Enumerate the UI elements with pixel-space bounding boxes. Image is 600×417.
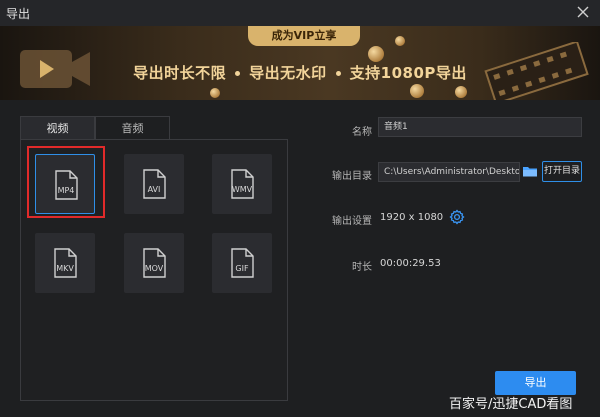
format-label: MKV: [56, 264, 74, 273]
coin-decoration: [410, 84, 424, 98]
output-settings-label: 输出设置: [332, 216, 372, 227]
format-wmv[interactable]: WMV: [212, 154, 272, 214]
close-icon[interactable]: [576, 5, 590, 19]
file-icon: [231, 248, 254, 278]
coin-decoration: [455, 86, 467, 98]
format-label: MOV: [144, 264, 164, 273]
coin-decoration: [368, 46, 384, 62]
format-mp4[interactable]: MP4: [35, 154, 95, 214]
banner-slogan: 导出时长不限 导出无水印 支持1080P导出: [0, 62, 600, 83]
watermark-text: 百家号/迅捷CAD看图: [449, 397, 573, 412]
name-field[interactable]: 音频1: [378, 117, 582, 137]
media-type-tabs: 视频 音频: [20, 116, 170, 140]
output-dir-label: 输出目录: [332, 171, 372, 182]
title-bar: 导出: [0, 0, 600, 26]
format-gif[interactable]: GIF: [212, 233, 272, 293]
feature-no-watermark: 导出无水印: [249, 64, 327, 82]
format-panel: MP4 AVI WMV MKV MOV GIF: [20, 139, 288, 401]
gear-icon[interactable]: [449, 209, 465, 225]
file-icon: [55, 170, 78, 200]
format-label: WMV: [231, 185, 253, 194]
coin-decoration: [395, 36, 405, 46]
file-icon: [143, 248, 166, 278]
open-directory-button[interactable]: 打开目录: [542, 161, 582, 182]
resolution-value: 1920 x 1080: [380, 212, 444, 223]
separator-dot: [235, 71, 241, 76]
format-mkv[interactable]: MKV: [35, 233, 95, 293]
coin-decoration: [210, 88, 220, 98]
file-icon: [143, 169, 166, 199]
export-button[interactable]: 导出: [495, 371, 576, 395]
feature-1080p: 支持1080P导出: [349, 64, 467, 82]
format-mov[interactable]: MOV: [124, 233, 184, 293]
vip-badge: 成为VIP立享: [248, 26, 360, 46]
tab-audio[interactable]: 音频: [95, 116, 170, 140]
format-label: GIF: [235, 264, 249, 273]
format-avi[interactable]: AVI: [124, 154, 184, 214]
tab-video[interactable]: 视频: [20, 116, 95, 140]
feature-unlimited-duration: 导出时长不限: [133, 64, 227, 82]
duration-label: 时长: [352, 262, 372, 273]
folder-icon[interactable]: [522, 163, 538, 179]
separator-dot: [335, 71, 341, 76]
file-icon: [231, 169, 254, 199]
duration-value: 00:00:29.53: [380, 258, 441, 269]
format-label: MP4: [57, 186, 75, 195]
format-label: AVI: [147, 185, 161, 194]
name-label: 名称: [352, 127, 372, 138]
vip-promo-banner[interactable]: 成为VIP立享 导出时长不限 导出无水印 支持1080P导出: [0, 26, 600, 100]
file-icon: [54, 248, 77, 278]
output-dir-field[interactable]: C:\Users\Administrator\Desktop\: [378, 162, 520, 182]
window-title: 导出: [6, 6, 31, 21]
